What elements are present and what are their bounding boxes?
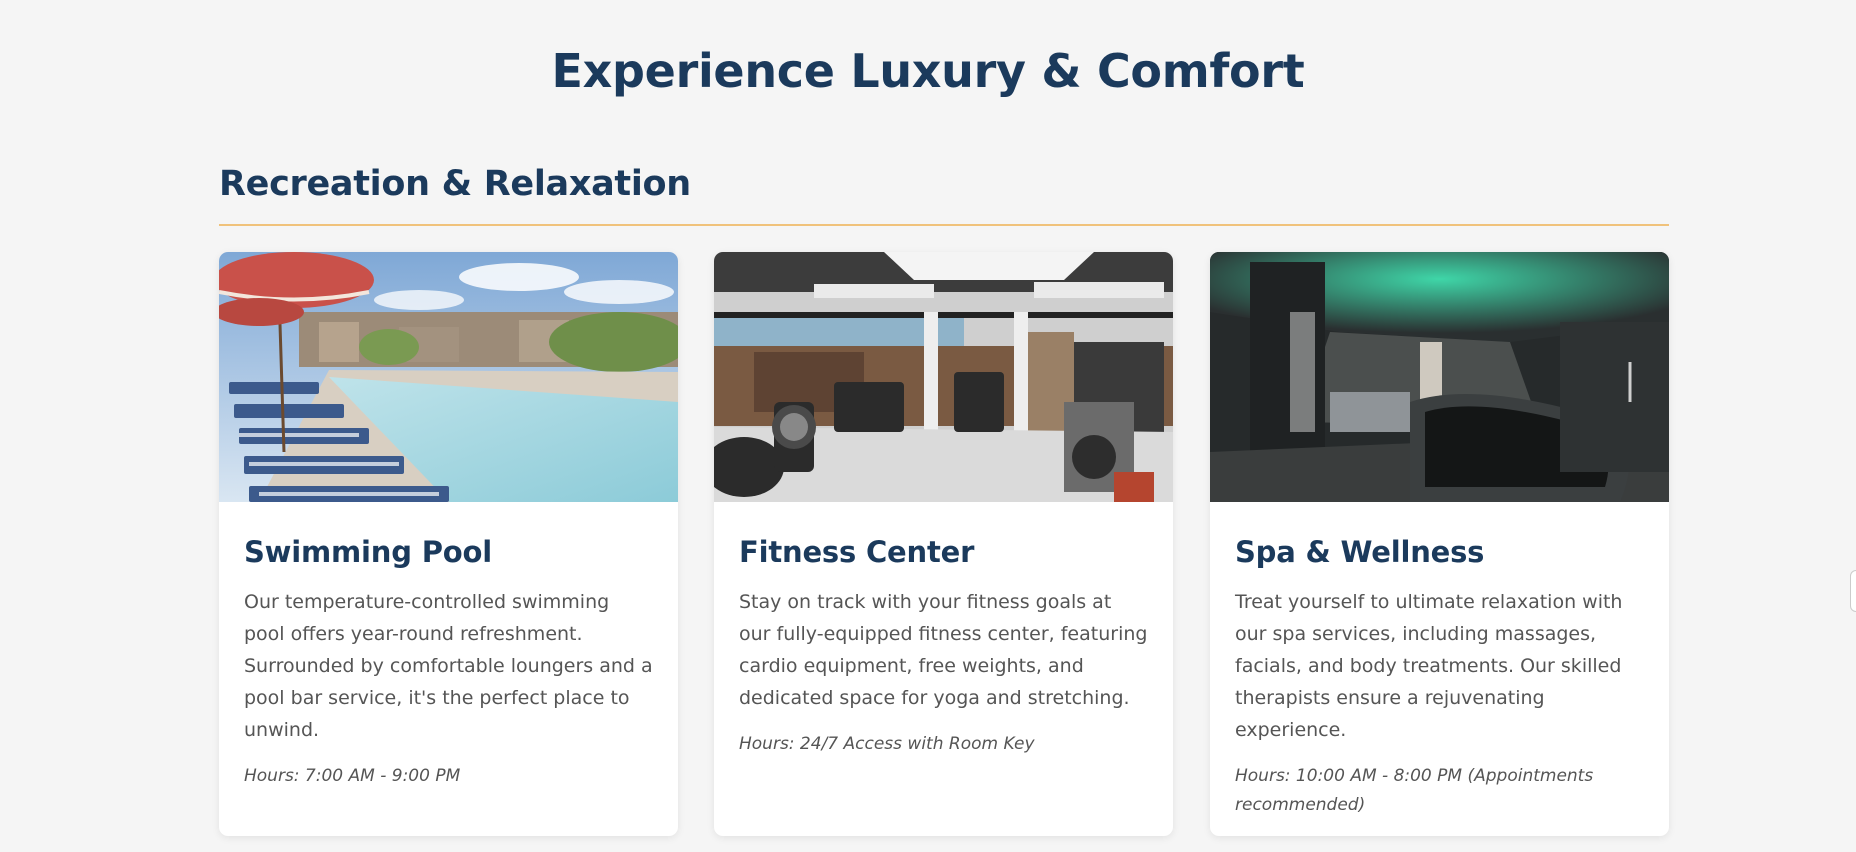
card-title: Spa & Wellness xyxy=(1235,535,1485,569)
card-description: Stay on track with your fitness goals at… xyxy=(739,591,1148,709)
amenity-card-swimming-pool[interactable]: Swimming Pool Our temperature-controlled… xyxy=(219,252,678,836)
amenity-card-fitness-center[interactable]: Fitness Center Stay on track with your f… xyxy=(714,252,1173,836)
fitness-center-image xyxy=(714,252,1173,502)
card-title: Swimming Pool xyxy=(244,535,492,569)
page: Experience Luxury & Comfort Recreation &… xyxy=(0,0,1856,852)
card-title: Fitness Center xyxy=(739,535,975,569)
card-description: Treat yourself to ultimate relaxation wi… xyxy=(1235,591,1623,741)
card-hours: Hours: 7:00 AM - 9:00 PM xyxy=(244,766,461,786)
spa-wellness-image xyxy=(1210,252,1669,502)
card-description: Our temperature-controlled swimming pool… xyxy=(244,591,653,741)
card-hours: Hours: 24/7 Access with Room Key xyxy=(739,734,1035,754)
swimming-pool-image xyxy=(219,252,678,502)
section-divider xyxy=(219,224,1669,226)
amenity-card-spa-wellness[interactable]: Spa & Wellness Treat yourself to ultimat… xyxy=(1210,252,1669,836)
side-scroll-tab[interactable] xyxy=(1850,570,1856,612)
card-hours: Hours: 10:00 AM - 8:00 PM (Appointments … xyxy=(1235,766,1594,815)
page-title: Experience Luxury & Comfort xyxy=(551,44,1305,98)
section-title: Recreation & Relaxation xyxy=(219,164,691,204)
